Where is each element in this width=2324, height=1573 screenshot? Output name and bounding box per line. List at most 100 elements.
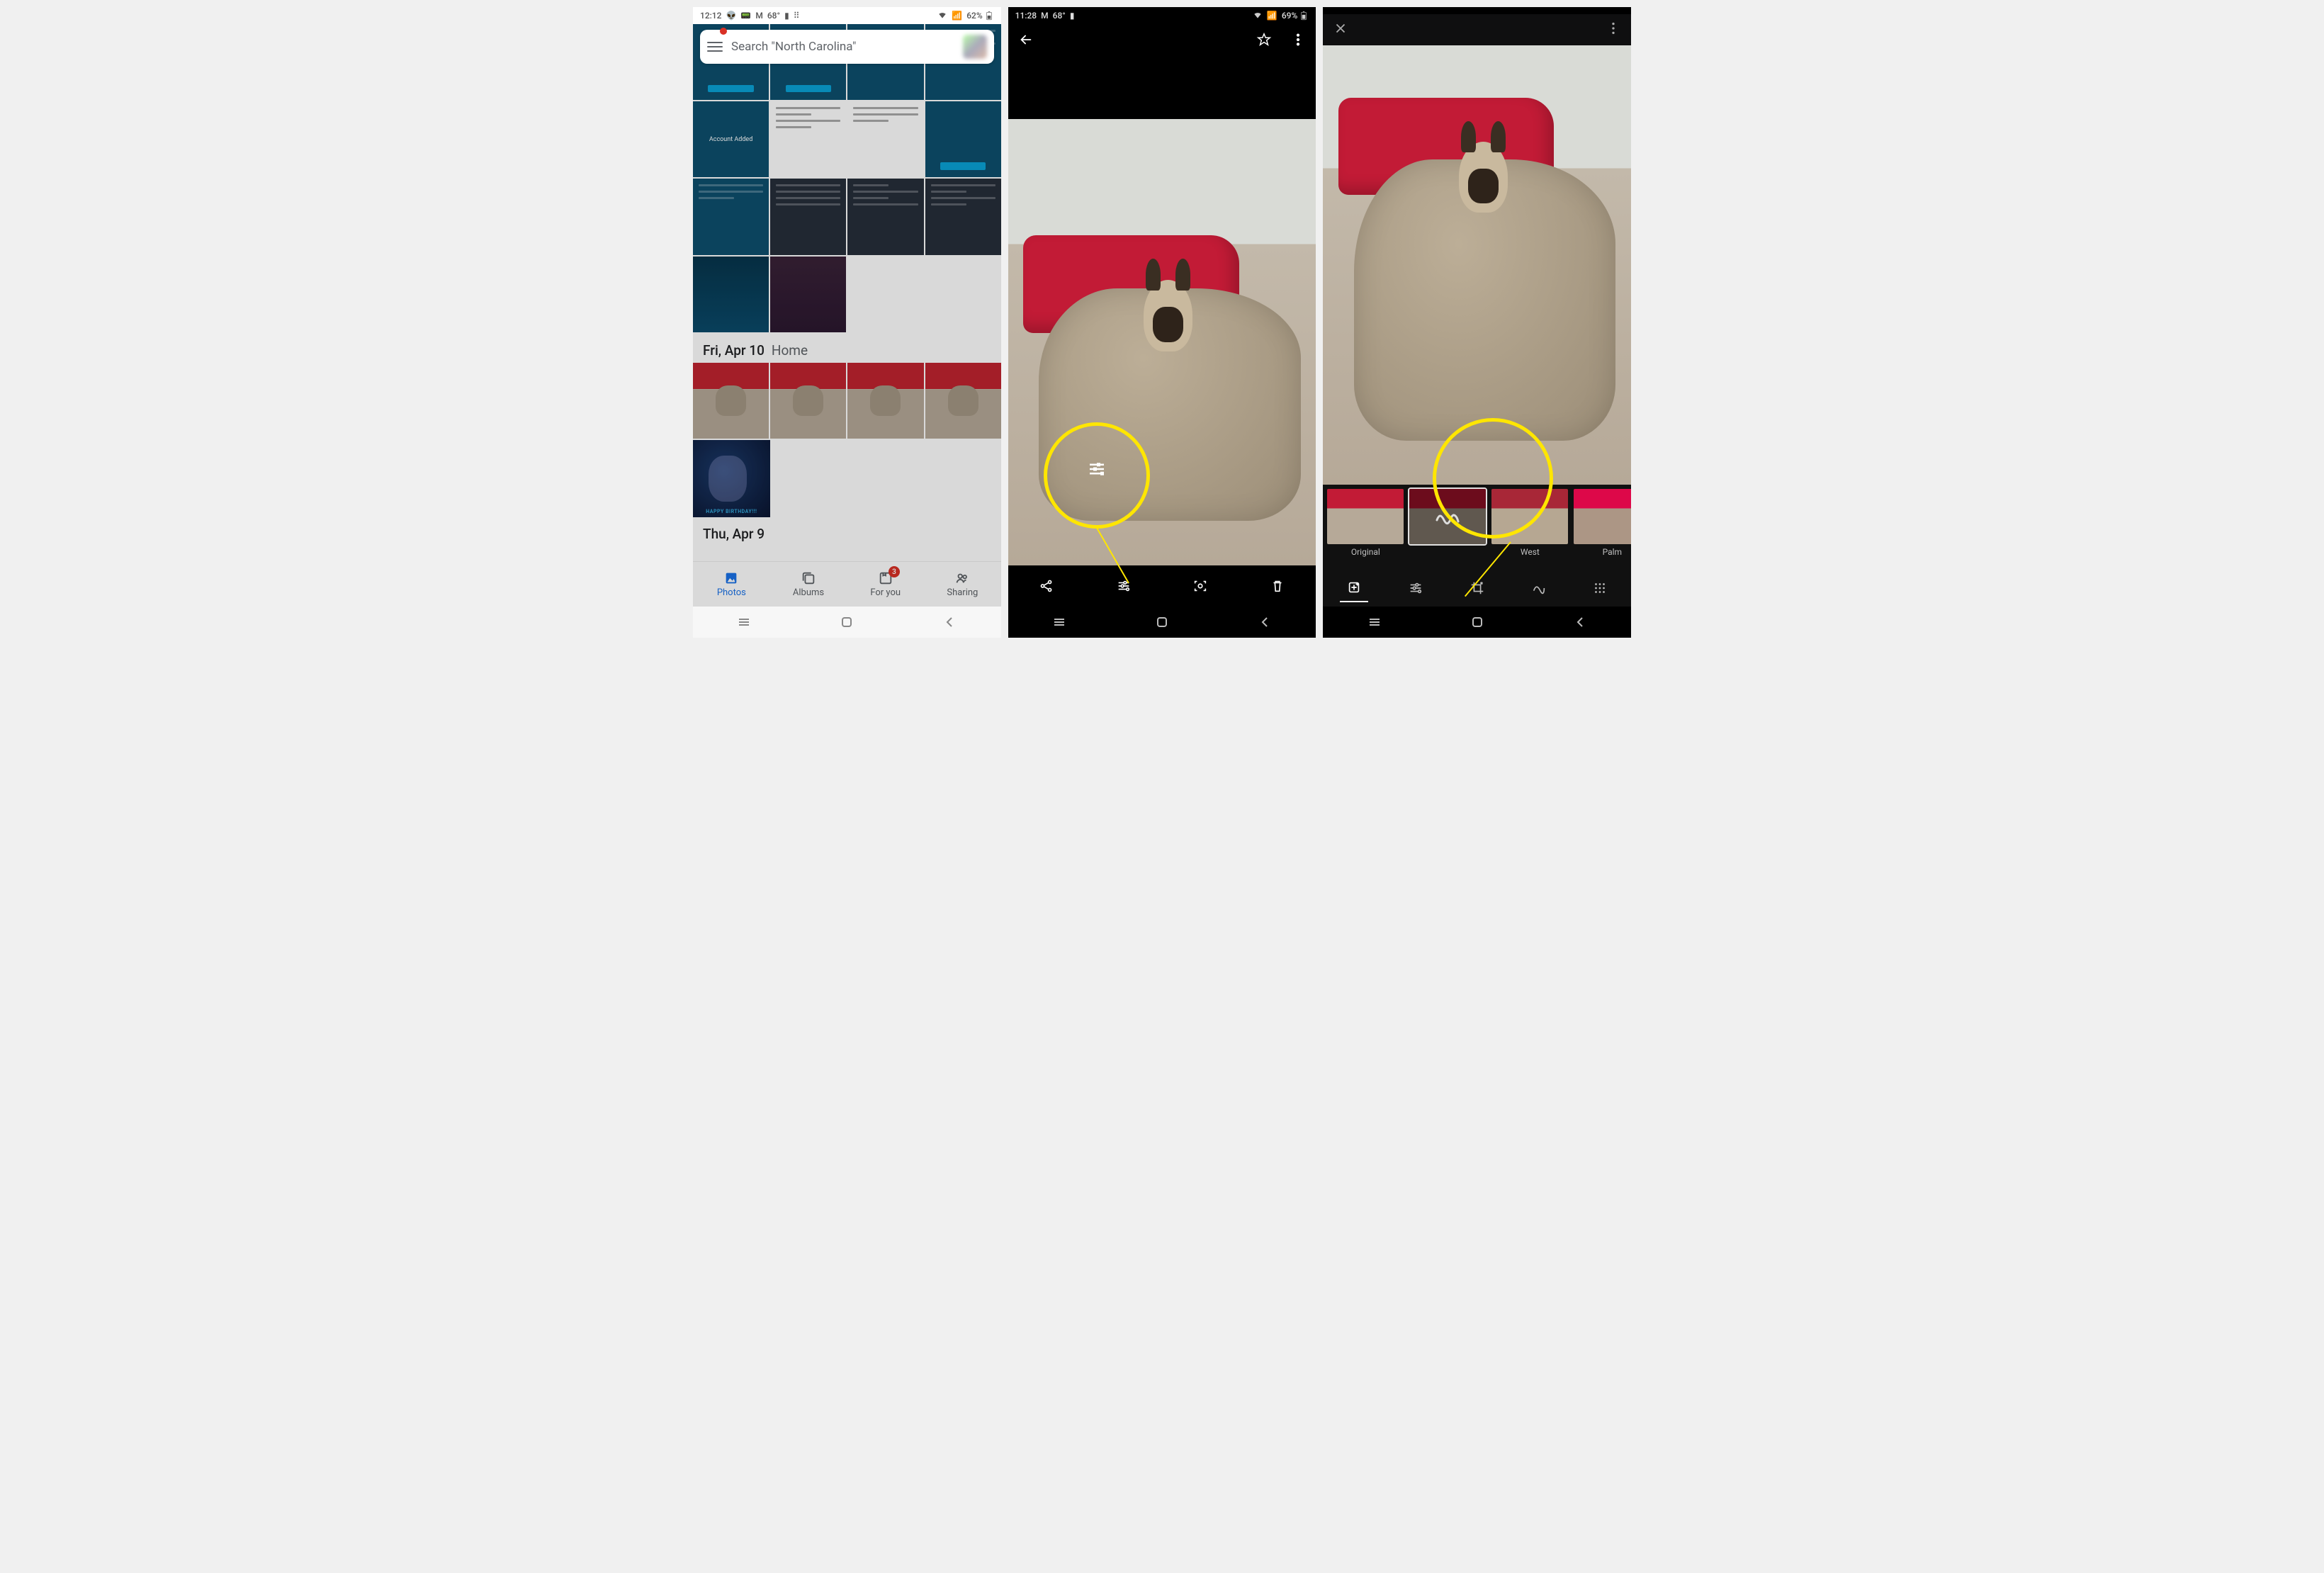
sharing-icon [954, 570, 970, 586]
tab-sharing[interactable]: Sharing [924, 562, 1001, 607]
delete-button[interactable] [1263, 572, 1292, 600]
filter-palm[interactable]: Palm [1574, 489, 1631, 570]
albums-icon [801, 570, 816, 586]
tab-label: Sharing [947, 587, 978, 598]
tab-photos[interactable]: Photos [693, 562, 770, 607]
recents-button[interactable] [1051, 614, 1068, 631]
thumbnail[interactable] [925, 363, 1001, 439]
photo-canvas[interactable] [1008, 58, 1316, 565]
wifi-icon [1253, 10, 1263, 22]
filter-west[interactable]: West [1491, 489, 1568, 570]
tab-markup[interactable] [1525, 574, 1553, 602]
auto-squiggle-icon [1409, 489, 1486, 544]
thumbnail-empty [847, 256, 923, 332]
thumbnail[interactable] [770, 363, 846, 439]
thumbnail[interactable] [847, 179, 923, 254]
sim-icon: ▮ [784, 11, 789, 21]
status-bar: 11:28 M 68° ▮ 📶 69% [1008, 7, 1316, 24]
thumbnail[interactable] [847, 363, 923, 439]
close-icon[interactable] [1333, 21, 1348, 39]
home-button[interactable] [1469, 614, 1486, 631]
date-header: Fri, Apr 10 Home [693, 334, 1001, 363]
thumbnail[interactable] [770, 101, 846, 177]
photo-content [1323, 45, 1631, 485]
back-button[interactable] [941, 614, 958, 631]
phone-photos-grid: 12:12 👽 📟 M 68° ▮ ⠿ 📶 62% [693, 7, 1001, 638]
tab-adjust[interactable] [1401, 574, 1430, 602]
photo-viewer-body [1008, 24, 1316, 607]
thumbnail[interactable]: Account Added [693, 101, 769, 177]
editor-body: Original Auto West Palm [1323, 14, 1631, 607]
thumbnail[interactable] [925, 101, 1001, 177]
reddit-icon: 👽 [726, 11, 736, 21]
filter-label: West [1521, 547, 1540, 557]
battery-indicator: 69% [1282, 11, 1309, 21]
tab-more[interactable] [1586, 574, 1614, 602]
android-nav-bar [693, 607, 1001, 638]
thumbnail[interactable] [770, 179, 846, 254]
status-temp: 68° [1053, 11, 1066, 21]
thumbnail[interactable] [847, 101, 923, 177]
thumbnail[interactable] [693, 363, 769, 439]
callout-inner-icon [1086, 458, 1107, 483]
android-nav-bar [1008, 607, 1316, 638]
lens-button[interactable] [1186, 572, 1214, 600]
thumbnail[interactable] [693, 179, 769, 254]
photo-viewer-topbar [1008, 24, 1316, 58]
location-label: Home [772, 342, 808, 359]
home-button[interactable] [1153, 614, 1171, 631]
gmail-icon: M [1041, 11, 1049, 21]
back-button[interactable] [1572, 614, 1589, 631]
share-button[interactable] [1032, 572, 1061, 600]
back-arrow-icon[interactable] [1018, 32, 1034, 50]
filter-strip[interactable]: Original Auto West Palm [1323, 485, 1631, 570]
tab-for-you[interactable]: 3 For you [847, 562, 924, 607]
editor-topbar [1323, 14, 1631, 45]
phone-photo-view: 11:28 M 68° ▮ 📶 69% [1008, 7, 1316, 638]
editor-canvas[interactable] [1323, 45, 1631, 485]
thumbnail[interactable]: HAPPY BIRTHDAY!!! [693, 440, 770, 517]
filter-label: Original [1351, 547, 1380, 557]
battery-indicator: 62% [966, 11, 993, 21]
account-avatar[interactable] [963, 35, 987, 59]
thumbnail-empty [925, 256, 1001, 332]
filter-original[interactable]: Original [1327, 489, 1404, 570]
thumbnail[interactable] [693, 256, 769, 332]
phone-edit-filters: Original Auto West Palm [1323, 7, 1631, 638]
voicemail-icon: 📟 [740, 11, 751, 21]
date-label: Thu, Apr 9 [703, 526, 765, 542]
editor-tool-tabs [1323, 570, 1631, 607]
overflow-menu-icon[interactable] [1606, 21, 1621, 39]
photo-action-bar [1008, 565, 1316, 607]
photo-grid[interactable]: Account Added [693, 24, 1001, 561]
back-button[interactable] [1256, 614, 1273, 631]
fitbit-icon: ⠿ [794, 11, 800, 21]
tab-label: For you [870, 587, 901, 598]
recents-button[interactable] [1366, 614, 1383, 631]
overflow-menu-icon[interactable] [1290, 32, 1306, 50]
status-time: 12:12 [700, 11, 721, 21]
status-bar: 12:12 👽 📟 M 68° ▮ ⠿ 📶 62% [693, 7, 1001, 24]
favorite-star-icon[interactable] [1256, 32, 1272, 50]
signal-icon: 📶 [952, 11, 962, 21]
thumbnail[interactable] [925, 179, 1001, 254]
filter-auto[interactable]: Auto [1409, 489, 1486, 570]
overlay-text: HAPPY BIRTHDAY!!! [696, 509, 767, 514]
recents-button[interactable] [735, 614, 752, 631]
menu-icon[interactable] [707, 42, 723, 52]
search-bar[interactable]: Search "North Carolina" [700, 30, 994, 64]
thumbnail[interactable] [770, 256, 846, 332]
android-nav-bar [1323, 607, 1631, 638]
tab-suggestions[interactable] [1340, 574, 1368, 602]
status-temp: 68° [767, 11, 780, 21]
tab-albums[interactable]: Albums [770, 562, 847, 607]
tab-crop[interactable] [1463, 574, 1491, 602]
edit-button[interactable] [1110, 572, 1138, 600]
tab-label: Albums [793, 587, 824, 598]
notification-dot [720, 28, 727, 35]
photos-icon [723, 570, 739, 586]
wifi-icon [937, 10, 947, 22]
date-header: Thu, Apr 9 [693, 517, 1001, 546]
home-button[interactable] [838, 614, 855, 631]
status-bar-slim [1323, 7, 1631, 14]
